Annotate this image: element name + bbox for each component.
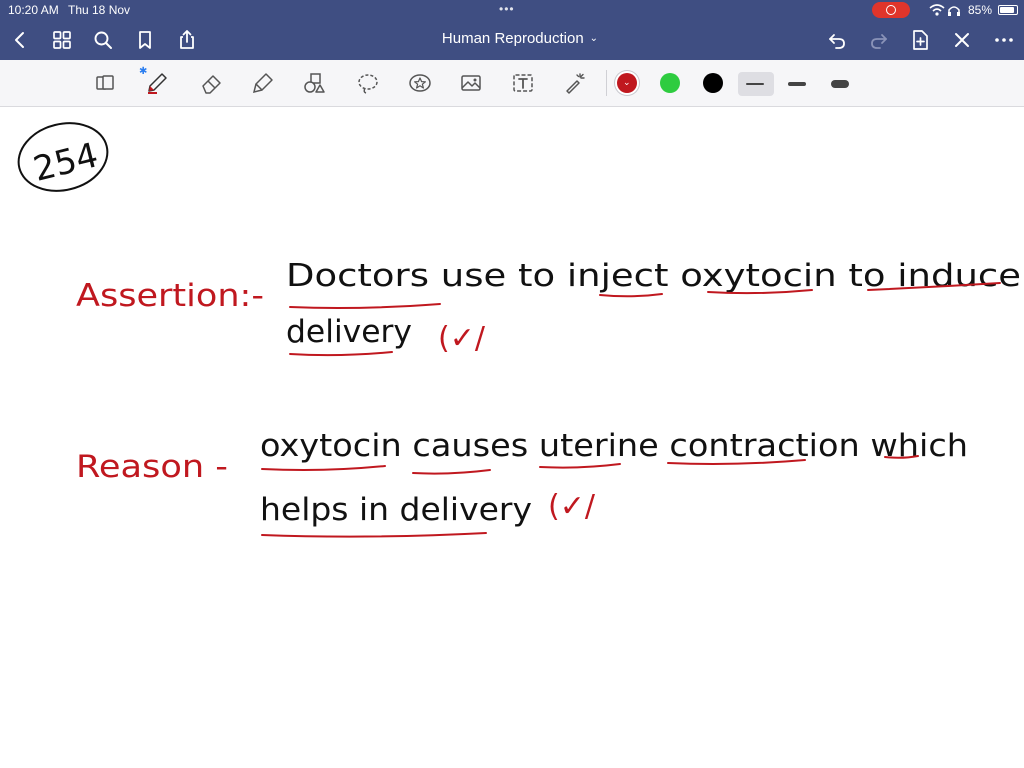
handwriting-layer: 254 Assertion:- Doctors use to inject ox… (17, 122, 1021, 538)
image-icon[interactable] (459, 71, 483, 95)
assertion-label: Assertion:- (76, 278, 264, 314)
status-time: 10:20 AM (8, 3, 59, 17)
reason-correct-mark: (✓/ (548, 489, 596, 524)
reason-line-2: helps in delivery (260, 492, 532, 528)
undo-icon[interactable] (825, 28, 849, 52)
status-date: Thu 18 Nov (68, 3, 131, 17)
battery-icon (998, 5, 1018, 15)
toolbar-divider (606, 70, 607, 96)
wifi-icon (929, 4, 960, 16)
color-swatch-green[interactable] (660, 73, 680, 93)
more-icon[interactable] (992, 28, 1016, 52)
wifi-headphones-icons (928, 3, 962, 20)
screen-recording-icon[interactable] (872, 2, 910, 18)
bluetooth-icon: ✱ (139, 66, 148, 77)
add-page-icon[interactable] (908, 28, 932, 52)
chevron-down-icon: ⌄ (589, 33, 599, 44)
document-title: Human Reproduction (441, 30, 584, 47)
thickness-thick-button[interactable] (823, 72, 859, 96)
lasso-icon[interactable] (356, 71, 380, 95)
color-swatch-black[interactable] (703, 73, 723, 93)
lasso-page-icon[interactable] (93, 71, 117, 95)
eraser-icon[interactable] (200, 71, 224, 95)
multitasking-dots-icon[interactable]: ••• (499, 2, 515, 16)
reason-label: Reason - (76, 449, 228, 485)
sticker-icon[interactable] (408, 71, 432, 95)
battery-percent: 85% (968, 3, 993, 17)
chevron-down-icon: ⌄ (623, 77, 631, 87)
thickness-thin-button[interactable] (738, 72, 774, 96)
assertion-line-2: delivery (286, 314, 412, 350)
drawing-toolbar: ✱ ⌄ (0, 60, 1024, 107)
close-icon[interactable] (950, 28, 974, 52)
pen-icon[interactable] (145, 71, 169, 95)
status-bar: 10:20 AM Thu 18 Nov ••• 85% (0, 0, 1024, 20)
question-number: 254 (29, 135, 102, 190)
laser-pointer-icon[interactable] (563, 71, 587, 95)
thickness-medium-button[interactable] (780, 72, 816, 96)
assertion-correct-mark: (✓/ (438, 321, 486, 356)
text-icon[interactable] (511, 71, 535, 95)
shapes-icon[interactable] (302, 71, 326, 95)
redo-icon[interactable] (867, 28, 891, 52)
color-swatch-red[interactable]: ⌄ (617, 73, 637, 93)
highlighter-icon[interactable] (251, 71, 275, 95)
reason-line-1: oxytocin causes uterine contraction whic… (260, 428, 968, 464)
document-nav-bar: Human Reproduction ⌄ (0, 20, 1024, 60)
note-canvas[interactable]: 254 Assertion:- Doctors use to inject ox… (0, 107, 1024, 768)
